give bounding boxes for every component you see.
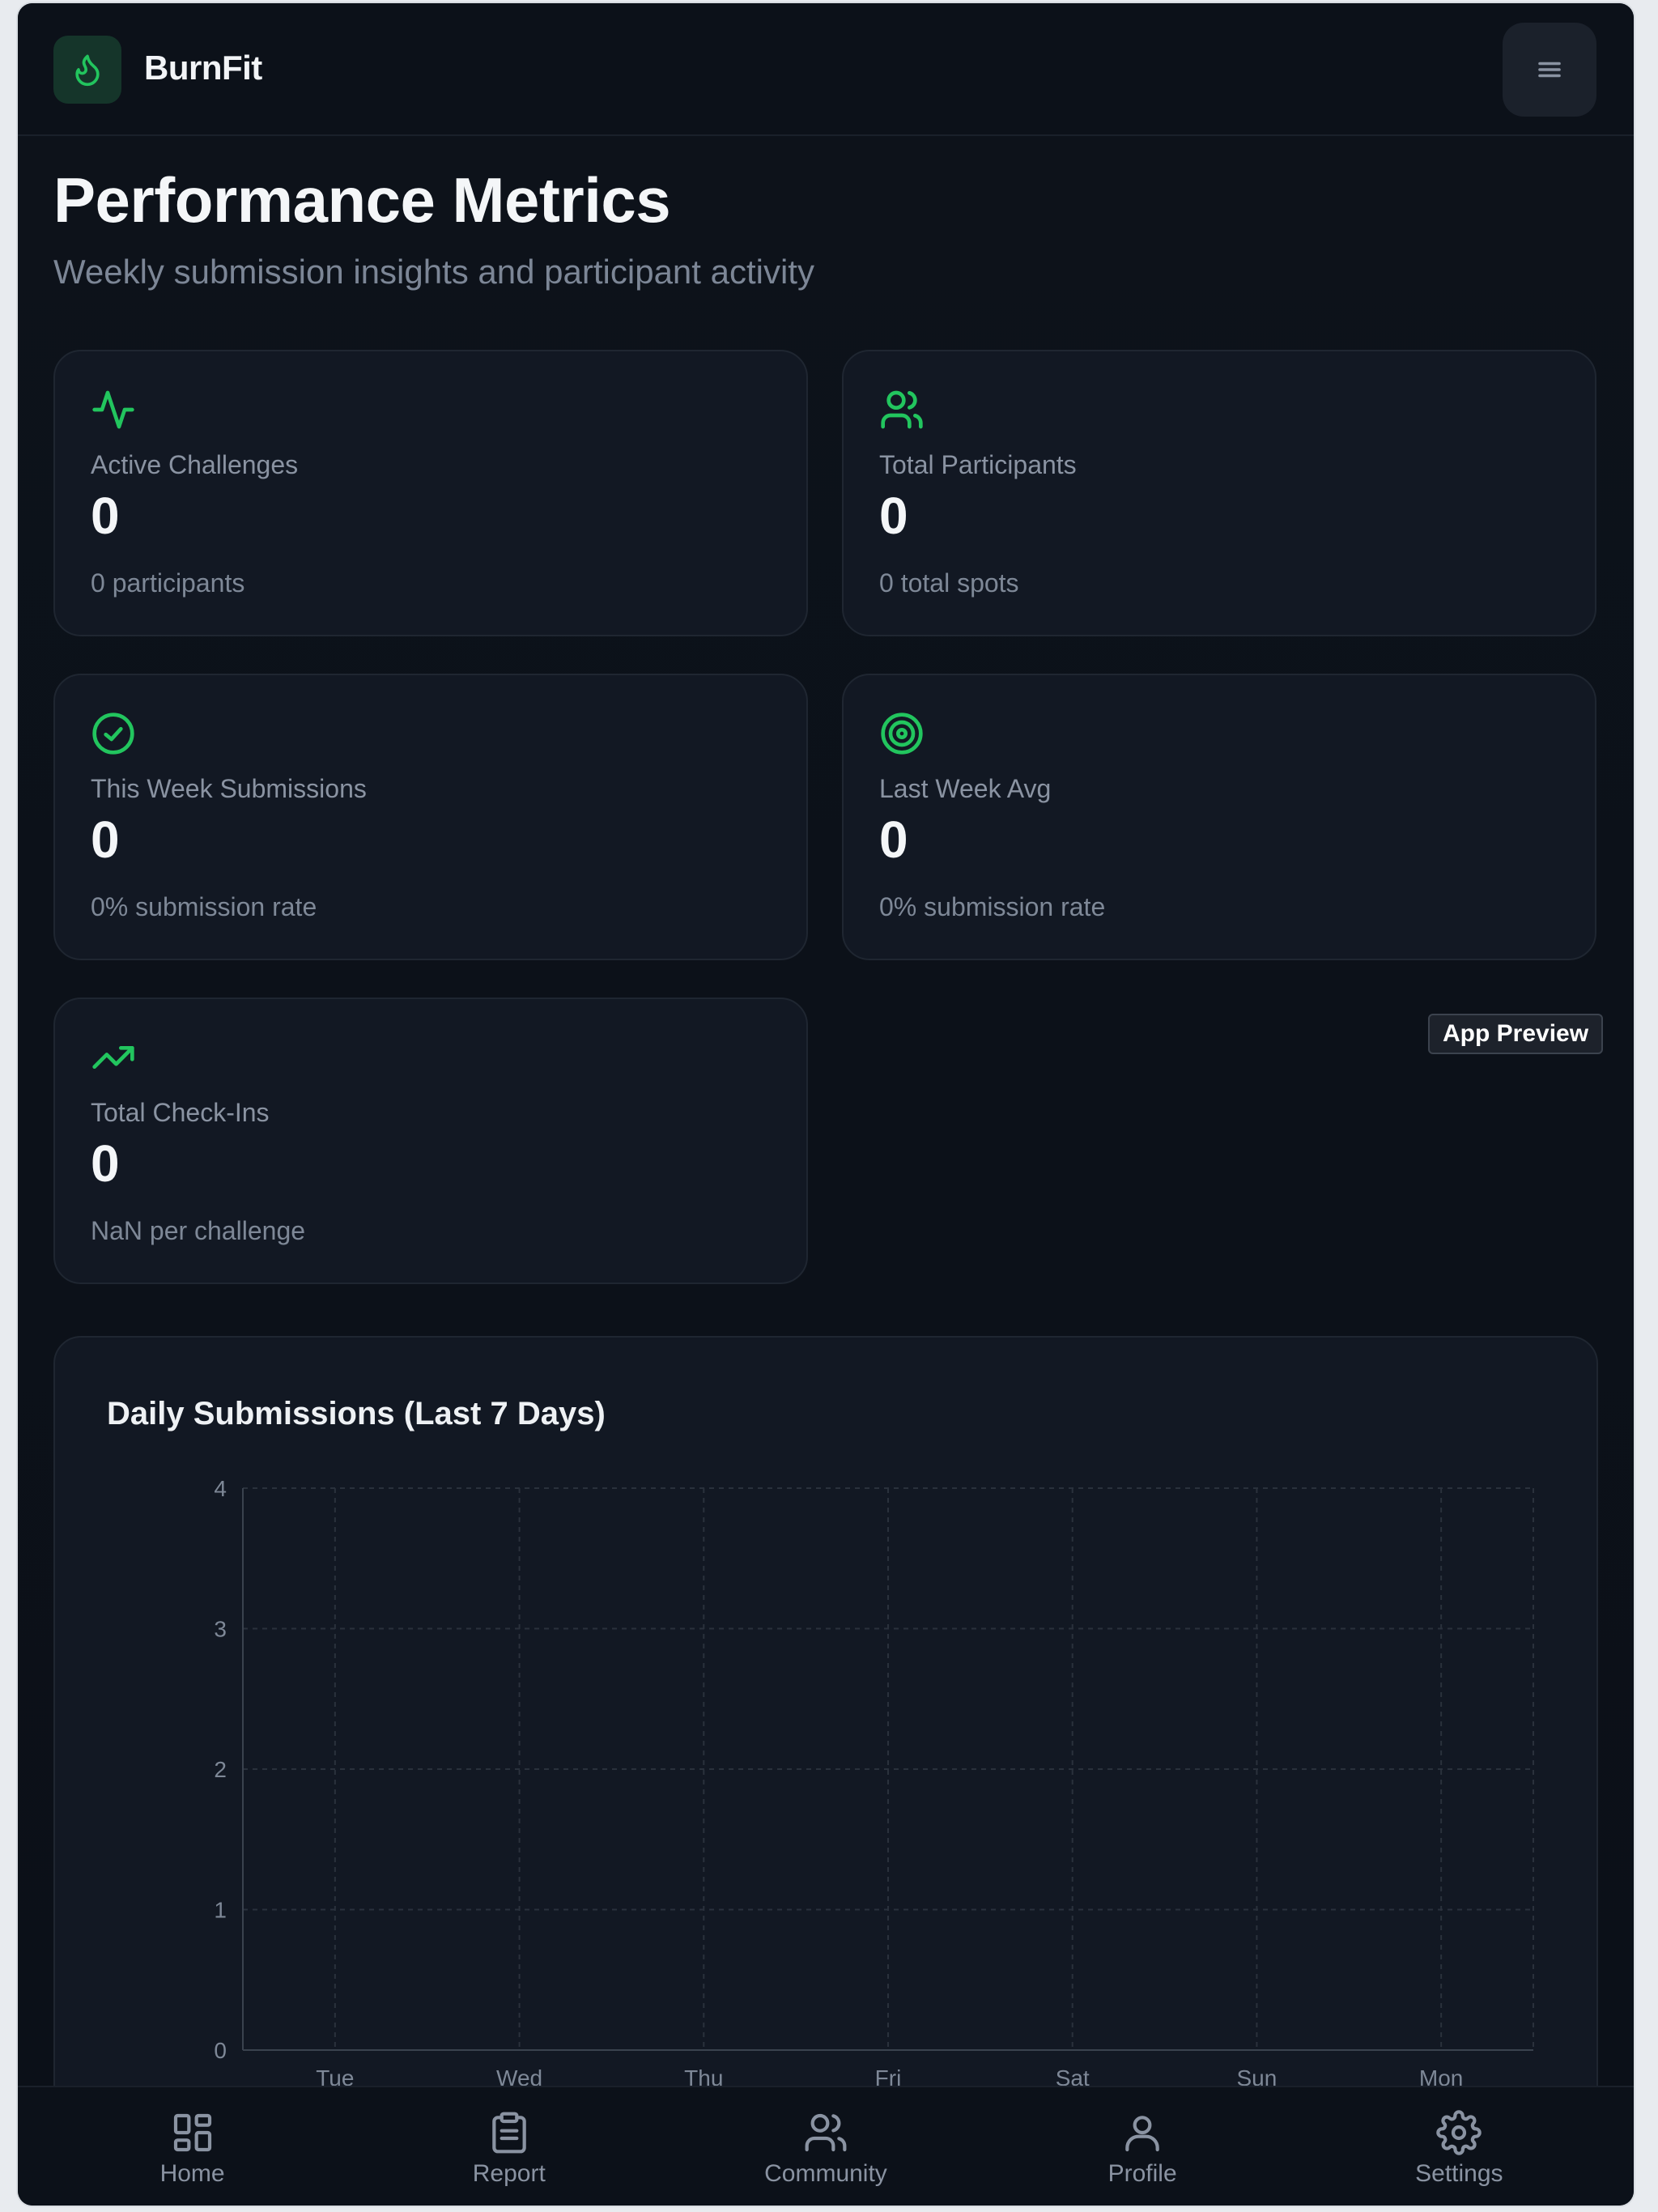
clipboard-icon [492, 2112, 526, 2154]
brand-name: BurnFit [144, 49, 262, 87]
stat-card-this-week-submissions[interactable]: This Week Submissions 0 0% submission ra… [53, 674, 808, 960]
nav-item-community[interactable]: Community [680, 2087, 971, 2206]
stat-subtext: 0 participants [91, 568, 245, 598]
nav-item-profile[interactable]: Profile [997, 2087, 1288, 2206]
stat-value: 0 [879, 487, 908, 545]
stat-label: Total Participants [879, 450, 1077, 479]
users-icon [881, 390, 923, 429]
check-circle-icon [92, 713, 134, 755]
stat-label: This Week Submissions [91, 774, 367, 803]
daily-submissions-chart-card: Daily Submissions (Last 7 Days) 0 1 2 3 4 Tue… [53, 1336, 1598, 2206]
app-preview-badge: App Preview [1428, 1014, 1604, 1054]
stat-value: 0 [91, 1134, 120, 1193]
stat-subtext: 0% submission rate [91, 892, 317, 921]
stat-card-total-check-ins[interactable]: Total Check-Ins 0 NaN per challenge [53, 998, 808, 1284]
y-tick-label: 2 [214, 1757, 227, 1782]
page-title: Performance Metrics [53, 164, 671, 236]
daily-submissions-chart: 01234Tue Wed Thu Fri Sat Sun Mon [214, 1476, 1534, 2091]
nav-item-home[interactable]: Home [47, 2087, 338, 2206]
y-tick-label: 0 [214, 2038, 227, 2063]
home-grid-icon [173, 2113, 211, 2152]
user-icon [1125, 2116, 1159, 2152]
nav-item-settings[interactable]: Settings [1313, 2087, 1605, 2206]
y-tick-label: 4 [214, 1476, 227, 1501]
menu-icon [1538, 62, 1561, 78]
stat-subtext: 0% submission rate [879, 892, 1106, 921]
nav-label: Profile [1107, 2160, 1177, 2187]
stat-subtext: NaN per challenge [91, 1216, 306, 1245]
bottom-nav: Home Report Community Profile Settings [18, 2086, 1634, 2206]
stat-label: Last Week Avg [879, 774, 1052, 803]
stat-card-active-challenges[interactable]: Active Challenges 0 0 participants [53, 350, 808, 636]
nav-label: Report [472, 2160, 546, 2187]
stat-subtext: 0 total spots [879, 568, 1019, 598]
target-icon [881, 713, 923, 755]
app-window: BurnFit Performance Metrics Weekly submi… [18, 3, 1634, 2206]
menu-button[interactable] [1503, 23, 1596, 117]
gear-icon [1436, 2110, 1482, 2155]
stat-card-last-week-avg[interactable]: Last Week Avg 0 0% submission rate [842, 674, 1596, 960]
stat-card-total-participants[interactable]: Total Participants 0 0 total spots [842, 350, 1596, 636]
trending-up-icon [92, 1046, 134, 1069]
flame-icon [75, 54, 100, 87]
top-bar: BurnFit [18, 3, 1634, 136]
nav-label: Settings [1415, 2160, 1503, 2187]
y-tick-label: 1 [214, 1898, 227, 1923]
stat-label: Total Check-Ins [91, 1098, 270, 1127]
activity-icon [92, 390, 134, 429]
y-tick-label: 3 [214, 1617, 227, 1642]
logo[interactable] [53, 36, 121, 104]
nav-item-report[interactable]: Report [363, 2087, 655, 2206]
nav-label: Home [159, 2160, 225, 2187]
page-subtitle: Weekly submission insights and participa… [53, 253, 814, 291]
stat-value: 0 [91, 487, 120, 545]
stat-label: Active Challenges [91, 450, 299, 479]
stat-value: 0 [91, 810, 120, 869]
users-icon [805, 2113, 847, 2152]
stat-value: 0 [879, 810, 908, 869]
nav-label: Community [764, 2160, 887, 2187]
